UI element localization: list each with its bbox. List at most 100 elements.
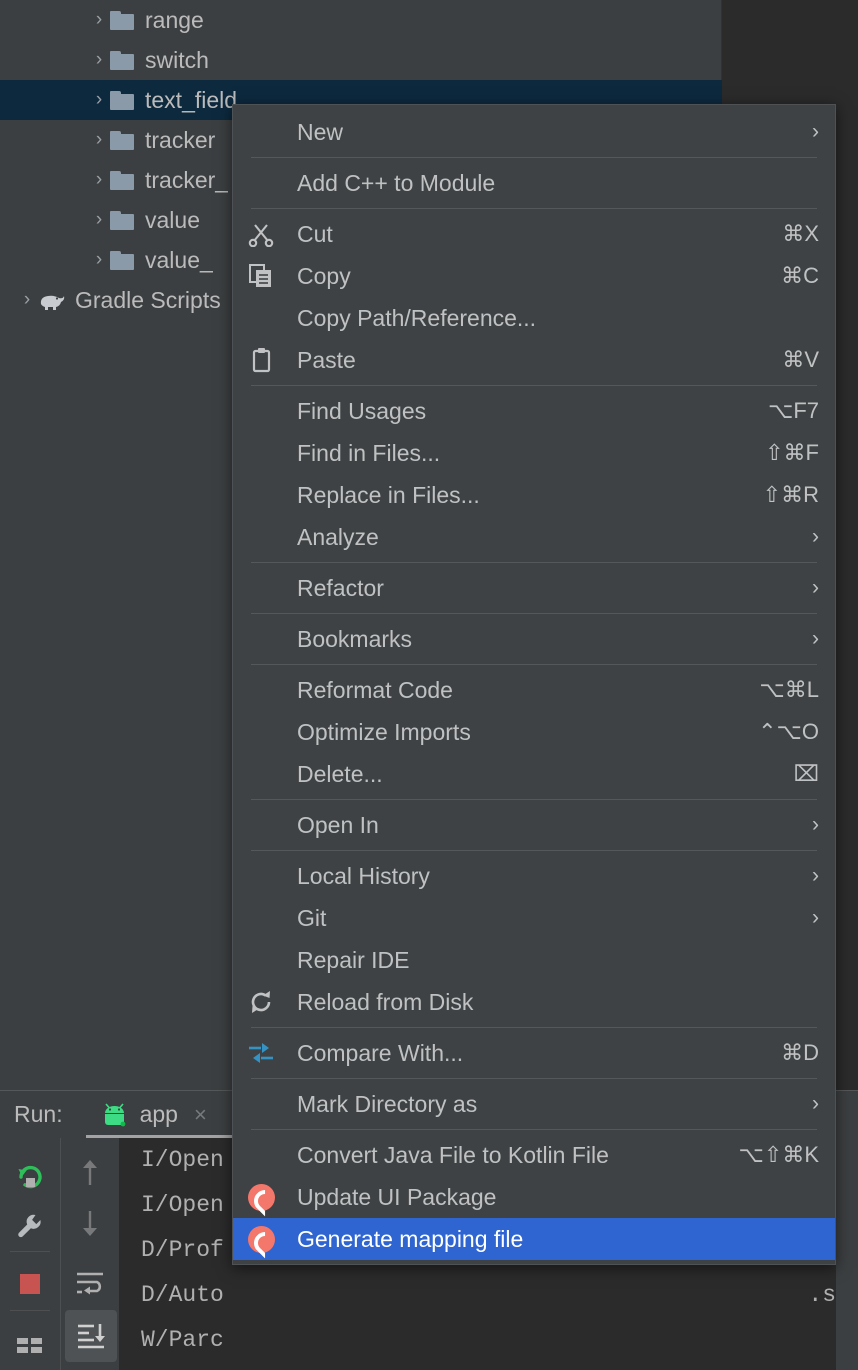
menu-item-update-ui-package[interactable]: Update UI Package [233, 1176, 835, 1218]
cut-icon [241, 219, 281, 249]
rerun-icon[interactable] [7, 1153, 53, 1199]
menu-item-new[interactable]: New › [233, 111, 835, 153]
menu-item-shortcut: ⌥⌘L [759, 677, 819, 702]
menu-separator [251, 1078, 817, 1079]
menu-separator [251, 664, 817, 665]
tree-row[interactable]: › range [0, 0, 722, 40]
tree-item-label: range [145, 6, 204, 33]
folder-icon [110, 130, 134, 150]
chevron-right-icon: › [812, 864, 819, 887]
menu-item-replace-in-files[interactable]: Replace in Files... ⇧⌘R [233, 474, 835, 516]
menu-item-label: Repair IDE [297, 946, 410, 973]
menu-item-delete[interactable]: Delete... ⌧ [233, 753, 835, 795]
chevron-right-icon[interactable]: › [88, 209, 110, 231]
menu-item-paste[interactable]: Paste ⌘V [233, 339, 835, 381]
close-icon[interactable]: × [194, 1102, 207, 1128]
menu-item-icon-placeholder [241, 480, 281, 510]
menu-item-icon-placeholder [241, 438, 281, 468]
menu-item-label: Find in Files... [297, 439, 441, 466]
folder-icon [110, 210, 134, 230]
menu-separator [251, 157, 817, 158]
run-label: Run: [14, 1101, 63, 1127]
chevron-right-icon[interactable]: › [88, 49, 110, 71]
run-tab-app[interactable]: app × [99, 1101, 207, 1128]
scroll-to-end-icon[interactable] [65, 1310, 117, 1362]
menu-item-find-in-files[interactable]: Find in Files... ⇧⌘F [233, 432, 835, 474]
menu-item-shortcut: ⇧⌘R [762, 482, 819, 507]
menu-item-icon-placeholder [241, 759, 281, 789]
menu-item-mark-directory-as[interactable]: Mark Directory as › [233, 1083, 835, 1125]
menu-item-icon-placeholder [241, 396, 281, 426]
menu-item-label: Find Usages [297, 397, 427, 424]
chevron-right-icon[interactable]: › [88, 129, 110, 151]
menu-item-icon-placeholder [241, 573, 281, 603]
down-arrow-icon[interactable] [67, 1200, 113, 1246]
menu-item-reformat-code[interactable]: Reformat Code ⌥⌘L [233, 669, 835, 711]
chevron-right-icon[interactable]: › [88, 249, 110, 271]
tree-row[interactable]: › switch [0, 40, 722, 80]
menu-item-icon-placeholder [241, 117, 281, 147]
menu-item-icon-placeholder [241, 624, 281, 654]
menu-item-repair-ide[interactable]: Repair IDE [233, 939, 835, 981]
reload-icon [241, 987, 281, 1017]
menu-item-find-usages[interactable]: Find Usages ⌥F7 [233, 390, 835, 432]
menu-item-shortcut: ⌘D [781, 1040, 819, 1065]
chevron-right-icon: › [812, 906, 819, 929]
menu-separator [251, 613, 817, 614]
folder-icon [110, 10, 134, 30]
menu-item-icon-placeholder [241, 903, 281, 933]
menu-item-shortcut: ⌘C [781, 263, 819, 288]
menu-item-label: Replace in Files... [297, 481, 480, 508]
compare-icon [241, 1038, 281, 1068]
menu-item-label: Paste [297, 346, 356, 373]
menu-item-local-history[interactable]: Local History › [233, 855, 835, 897]
menu-item-refactor[interactable]: Refactor › [233, 567, 835, 609]
menu-item-shortcut: ⇧⌘F [765, 440, 819, 465]
menu-item-shortcut: ⌥F7 [767, 398, 819, 423]
menu-item-label: Reformat Code [297, 676, 453, 703]
menu-item-generate-mapping-file[interactable]: Generate mapping file [233, 1218, 835, 1260]
chevron-right-icon[interactable]: › [88, 9, 110, 31]
project-context-menu[interactable]: New › Add C++ to Module Cut ⌘X Copy ⌘C Copy Pat… [232, 104, 836, 1265]
menu-item-reload-from-disk[interactable]: Reload from Disk [233, 981, 835, 1023]
menu-item-optimize-imports[interactable]: Optimize Imports ⌃⌥O [233, 711, 835, 753]
menu-item-shortcut: ⌘X [782, 221, 819, 246]
menu-item-label: Refactor [297, 574, 384, 601]
stop-icon[interactable] [7, 1261, 53, 1307]
android-robot-icon [99, 1102, 130, 1127]
menu-item-label: Reload from Disk [297, 988, 474, 1015]
menu-item-label: Delete... [297, 760, 383, 787]
paste-icon [241, 345, 281, 375]
menu-item-add-c-to-module[interactable]: Add C++ to Module [233, 162, 835, 204]
menu-item-icon-placeholder [241, 945, 281, 975]
menu-item-icon-placeholder [241, 303, 281, 333]
chevron-right-icon[interactable]: › [88, 169, 110, 191]
menu-item-icon-placeholder [241, 522, 281, 552]
menu-item-git[interactable]: Git › [233, 897, 835, 939]
menu-item-cut[interactable]: Cut ⌘X [233, 213, 835, 255]
menu-item-shortcut: ⌃⌥O [758, 719, 819, 744]
run-toolbar-primary [0, 1138, 61, 1370]
menu-item-open-in[interactable]: Open In › [233, 804, 835, 846]
up-arrow-icon[interactable] [67, 1150, 113, 1196]
menu-item-convert-java-file-to-kotlin-file[interactable]: Convert Java File to Kotlin File ⌥⇧⌘K [233, 1134, 835, 1176]
menu-item-label: New [297, 118, 344, 145]
soft-wrap-icon[interactable] [67, 1260, 113, 1306]
folder-icon [110, 250, 134, 270]
tree-item-label: tracker [145, 126, 216, 153]
menu-item-analyze[interactable]: Analyze › [233, 516, 835, 558]
menu-item-bookmarks[interactable]: Bookmarks › [233, 618, 835, 660]
menu-item-compare-with[interactable]: Compare With... ⌘D [233, 1032, 835, 1074]
tree-item-label: Gradle Scripts [75, 286, 221, 313]
chevron-right-icon[interactable]: › [16, 289, 38, 311]
menu-item-label: Analyze [297, 523, 379, 550]
wrench-icon[interactable] [7, 1203, 53, 1249]
menu-item-icon-placeholder [241, 1089, 281, 1119]
menu-item-label: Bookmarks [297, 625, 413, 652]
menu-item-icon-placeholder [241, 675, 281, 705]
chevron-right-icon[interactable]: › [88, 89, 110, 111]
layout-icon[interactable] [7, 1322, 53, 1368]
menu-item-copy[interactable]: Copy ⌘C [233, 255, 835, 297]
menu-item-copy-path-reference[interactable]: Copy Path/Reference... [233, 297, 835, 339]
gradle-elephant-icon [38, 290, 66, 310]
